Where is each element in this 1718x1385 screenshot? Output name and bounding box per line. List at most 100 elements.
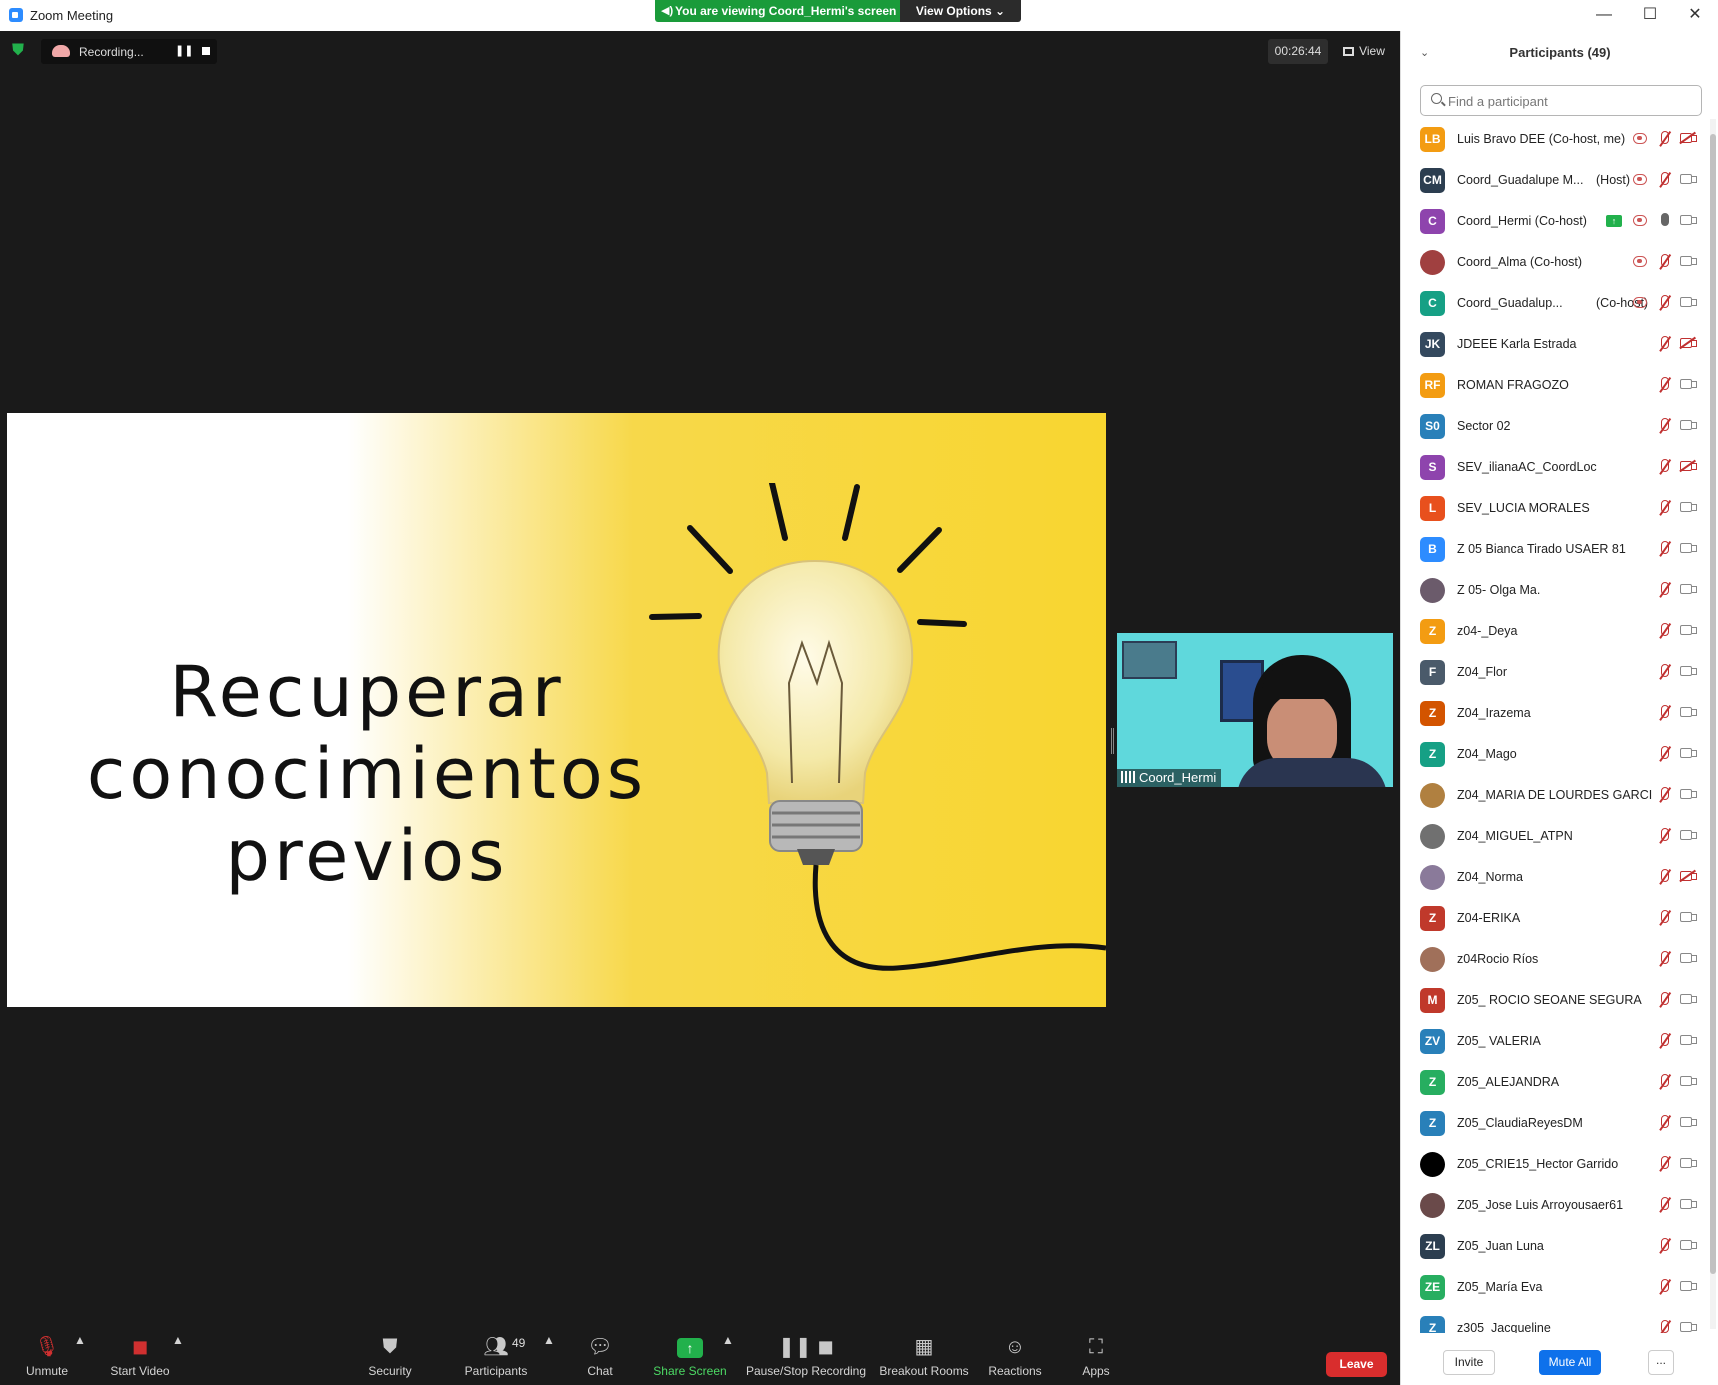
video-camera-icon[interactable] bbox=[1680, 379, 1697, 389]
muted-microphone-icon[interactable] bbox=[1657, 1278, 1671, 1296]
video-camera-icon[interactable] bbox=[1680, 994, 1697, 1004]
video-camera-icon[interactable] bbox=[1680, 1322, 1697, 1332]
muted-microphone-icon[interactable] bbox=[1657, 1073, 1671, 1091]
participant-row[interactable]: Z05_CRIE15_Hector Garrido bbox=[1401, 1144, 1718, 1185]
participant-row[interactable]: Z Z04_Irazema bbox=[1401, 693, 1718, 734]
participant-row[interactable]: C Coord_Guadalup... (Co-host) bbox=[1401, 283, 1718, 324]
video-camera-icon[interactable] bbox=[1680, 912, 1697, 922]
unmute-button[interactable]: 🎙︎ Unmute bbox=[18, 1333, 76, 1385]
video-camera-icon[interactable] bbox=[1680, 1035, 1697, 1045]
participant-row[interactable]: S0 Sector 02 bbox=[1401, 406, 1718, 447]
video-camera-icon[interactable] bbox=[1680, 1281, 1697, 1291]
chat-button[interactable]: 💬︎ Chat bbox=[576, 1333, 624, 1385]
video-off-icon[interactable] bbox=[1680, 871, 1697, 881]
participant-row[interactable]: z04Rocio Ríos bbox=[1401, 939, 1718, 980]
breakout-rooms-button[interactable]: ▦ Breakout Rooms bbox=[878, 1333, 970, 1385]
video-camera-icon[interactable] bbox=[1680, 584, 1697, 594]
participant-row[interactable]: Z 05- Olga Ma. bbox=[1401, 570, 1718, 611]
invite-button[interactable]: Invite bbox=[1443, 1350, 1495, 1375]
participant-row[interactable]: Z Z04_Mago bbox=[1401, 734, 1718, 775]
video-off-icon[interactable] bbox=[1680, 133, 1697, 143]
muted-microphone-icon[interactable] bbox=[1657, 950, 1671, 968]
muted-microphone-icon[interactable] bbox=[1657, 786, 1671, 804]
encryption-shield-icon[interactable]: ⛊ bbox=[12, 42, 28, 60]
video-camera-icon[interactable] bbox=[1680, 256, 1697, 266]
mute-all-button[interactable]: Mute All bbox=[1539, 1350, 1601, 1375]
more-options-button[interactable]: ... bbox=[1648, 1350, 1674, 1375]
muted-microphone-icon[interactable] bbox=[1657, 909, 1671, 927]
muted-microphone-icon[interactable] bbox=[1657, 1114, 1671, 1132]
muted-microphone-icon[interactable] bbox=[1657, 335, 1671, 353]
participant-search-input[interactable] bbox=[1448, 91, 1688, 111]
participant-row[interactable]: F Z04_Flor bbox=[1401, 652, 1718, 693]
video-camera-icon[interactable] bbox=[1680, 215, 1697, 225]
muted-microphone-icon[interactable] bbox=[1657, 1032, 1671, 1050]
start-video-button[interactable]: ◼︎ Start Video bbox=[104, 1333, 176, 1385]
participant-row[interactable]: B Z 05 Bianca Tirado USAER 81 bbox=[1401, 529, 1718, 570]
muted-microphone-icon[interactable] bbox=[1657, 171, 1671, 189]
muted-microphone-icon[interactable] bbox=[1657, 130, 1671, 148]
video-off-icon[interactable] bbox=[1680, 338, 1697, 348]
video-camera-icon[interactable] bbox=[1680, 1117, 1697, 1127]
video-camera-icon[interactable] bbox=[1680, 830, 1697, 840]
pause-recording-icon[interactable]: ❚❚ bbox=[175, 44, 193, 57]
participant-row[interactable]: Zz04-_Deya bbox=[1401, 611, 1718, 652]
participant-search[interactable] bbox=[1420, 85, 1702, 116]
muted-microphone-icon[interactable] bbox=[1657, 704, 1671, 722]
apps-button[interactable]: ⛶ Apps bbox=[1076, 1333, 1116, 1385]
video-camera-icon[interactable] bbox=[1680, 953, 1697, 963]
muted-microphone-icon[interactable] bbox=[1657, 253, 1671, 271]
video-camera-icon[interactable] bbox=[1680, 297, 1697, 307]
participant-row[interactable]: L SEV_LUCIA MORALES bbox=[1401, 488, 1718, 529]
participant-row[interactable]: Z Z05_ClaudiaReyesDM bbox=[1401, 1103, 1718, 1144]
participant-list-scrollbar[interactable] bbox=[1710, 119, 1716, 1329]
participant-video-tile[interactable]: Coord_Hermi bbox=[1117, 633, 1393, 787]
participant-row[interactable]: Coord_Alma (Co-host) bbox=[1401, 242, 1718, 283]
participant-row[interactable]: Z Z04-ERIKA bbox=[1401, 898, 1718, 939]
participant-row[interactable]: CM Coord_Guadalupe M... (Host) bbox=[1401, 160, 1718, 201]
participant-row[interactable]: S SEV_ilianaAC_CoordLoc bbox=[1401, 447, 1718, 488]
participant-row[interactable]: Z05_Jose Luis Arroyousaer61 bbox=[1401, 1185, 1718, 1226]
minimize-button[interactable]: — bbox=[1589, 4, 1619, 26]
video-camera-icon[interactable] bbox=[1680, 502, 1697, 512]
maximize-button[interactable]: ☐ bbox=[1635, 4, 1665, 26]
participant-row[interactable]: C Coord_Hermi (Co-host) ↑ bbox=[1401, 201, 1718, 242]
participant-row[interactable]: Z Z05_ALEJANDRA bbox=[1401, 1062, 1718, 1103]
microphone-icon[interactable] bbox=[1657, 212, 1671, 230]
video-camera-icon[interactable] bbox=[1680, 789, 1697, 799]
participants-button[interactable]: 👥︎ 49 Participants bbox=[460, 1333, 532, 1385]
video-camera-icon[interactable] bbox=[1680, 1199, 1697, 1209]
muted-microphone-icon[interactable] bbox=[1657, 827, 1671, 845]
participant-row[interactable]: Z04_Norma bbox=[1401, 857, 1718, 898]
video-camera-icon[interactable] bbox=[1680, 174, 1697, 184]
muted-microphone-icon[interactable] bbox=[1657, 1319, 1671, 1333]
participant-row[interactable]: M Z05_ ROCIO SEOANE SEGURA bbox=[1401, 980, 1718, 1021]
muted-microphone-icon[interactable] bbox=[1657, 663, 1671, 681]
muted-microphone-icon[interactable] bbox=[1657, 1237, 1671, 1255]
video-options-caret[interactable]: ▲ bbox=[172, 1333, 184, 1385]
muted-microphone-icon[interactable] bbox=[1657, 991, 1671, 1009]
close-window-button[interactable]: ✕ bbox=[1680, 4, 1710, 26]
muted-microphone-icon[interactable] bbox=[1657, 1196, 1671, 1214]
participant-row[interactable]: ZE Z05_María Eva bbox=[1401, 1267, 1718, 1308]
view-options-button[interactable]: View Options ⌄ bbox=[900, 0, 1021, 22]
scrollbar-thumb[interactable] bbox=[1710, 134, 1716, 1274]
muted-microphone-icon[interactable] bbox=[1657, 540, 1671, 558]
muted-microphone-icon[interactable] bbox=[1657, 499, 1671, 517]
participant-row[interactable]: RF ROMAN FRAGOZO bbox=[1401, 365, 1718, 406]
pause-stop-recording-button[interactable]: ❚❚ ◼︎ Pause/Stop Recording bbox=[742, 1333, 870, 1385]
muted-microphone-icon[interactable] bbox=[1657, 745, 1671, 763]
leave-button[interactable]: Leave bbox=[1326, 1352, 1387, 1377]
audio-options-caret[interactable]: ▲ bbox=[74, 1333, 86, 1385]
muted-microphone-icon[interactable] bbox=[1657, 1155, 1671, 1173]
share-options-caret[interactable]: ▲ bbox=[722, 1333, 734, 1385]
panel-resize-handle[interactable] bbox=[1111, 728, 1114, 754]
video-camera-icon[interactable] bbox=[1680, 748, 1697, 758]
video-camera-icon[interactable] bbox=[1680, 666, 1697, 676]
video-camera-icon[interactable] bbox=[1680, 707, 1697, 717]
participant-row[interactable]: JK JDEEE Karla Estrada bbox=[1401, 324, 1718, 365]
participant-row[interactable]: ZL Z05_Juan Luna bbox=[1401, 1226, 1718, 1267]
muted-microphone-icon[interactable] bbox=[1657, 294, 1671, 312]
muted-microphone-icon[interactable] bbox=[1657, 458, 1671, 476]
share-screen-button[interactable]: ↑ Share Screen bbox=[648, 1333, 732, 1385]
